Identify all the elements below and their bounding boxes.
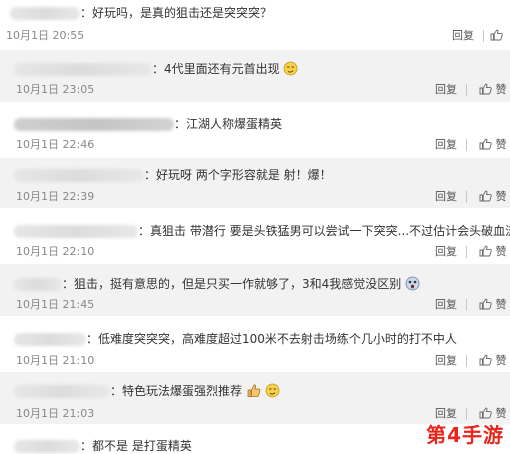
divider <box>466 246 467 258</box>
like-label: 赞 <box>495 83 507 96</box>
blurred-username[interactable] <box>10 7 80 20</box>
comment-item: ：江湖人称爆蛋精英 10月1日 22:46 回复 赞 <box>0 102 510 156</box>
comment-text-body: ：4代里面还有元首出现 <box>152 62 280 76</box>
comment-text: ：好玩吗，是真的狙击还是突突突？ <box>80 6 273 20</box>
like-button[interactable]: 赞 <box>479 354 507 368</box>
blurred-username[interactable] <box>14 385 110 398</box>
blurred-username[interactable] <box>14 118 174 131</box>
comment-text: ：狙击，挺有意思的，但是只买一作就够了，3和4我感觉没区别 <box>62 276 420 292</box>
comment-item: ：低难度突突突，高难度超过100米不去射击场练个几小时的打不中人 10月1日 2… <box>0 318 510 372</box>
divider <box>466 299 467 311</box>
comment-item: ：好玩呀 两个字形容就是 射！爆！ 10月1日 22:39 回复 赞 <box>0 158 510 208</box>
reply-button[interactable]: 回复 <box>435 83 457 97</box>
thumbs-up-icon <box>479 298 492 310</box>
blurred-username[interactable] <box>14 169 144 182</box>
like-button[interactable]: 赞 <box>479 298 507 312</box>
reply-button[interactable]: 回复 <box>435 298 457 312</box>
reply-button[interactable]: 回复 <box>435 190 457 204</box>
comment-timestamp: 10月1日 20:55 <box>6 29 85 42</box>
comment-text: ：低难度突突突，高难度超过100米不去射击场练个几小时的打不中人 <box>86 332 457 346</box>
smirk-face-emoji <box>284 61 298 76</box>
reply-button[interactable]: 回复 <box>435 138 457 152</box>
divider <box>466 84 467 96</box>
like-label: 赞 <box>495 245 507 258</box>
comment-timestamp: 10月1日 23:05 <box>16 83 95 96</box>
like-label: 赞 <box>495 298 507 311</box>
blurred-username[interactable] <box>14 333 86 346</box>
comment-timestamp: 10月1日 22:39 <box>16 190 95 203</box>
reply-button[interactable]: 回复 <box>435 245 457 259</box>
thumbs-up-icon <box>479 83 492 95</box>
thumbs-up-icon <box>479 354 492 366</box>
comment-item: ：特色玩法爆蛋强烈推荐 10月1日 21:03 回复 赞 <box>0 372 510 424</box>
thumbs-up-emoji <box>247 384 261 397</box>
divider <box>466 139 467 151</box>
shocked-face-emoji <box>405 276 420 291</box>
reply-button[interactable]: 回复 <box>452 29 474 43</box>
comment-item: ：4代里面还有元首出现 10月1日 23:05 回复 赞 <box>0 50 510 102</box>
like-button[interactable]: 赞 <box>479 190 507 204</box>
comment-item: ：好玩吗，是真的狙击还是突突突？ 10月1日 20:55 回复 <box>0 0 510 48</box>
thumbs-up-icon <box>479 407 492 419</box>
thumbs-up-icon <box>479 138 492 150</box>
like-label: 赞 <box>495 354 507 367</box>
divider <box>466 355 467 367</box>
comment-text: ：真狙击 带潜行 要是头铁猛男可以尝试一下突突...不过估计会头破血流 <box>138 224 510 238</box>
like-button[interactable]: 赞 <box>479 83 507 97</box>
comment-timestamp: 10月1日 22:10 <box>16 245 95 258</box>
reply-button[interactable]: 回复 <box>435 354 457 368</box>
thumbs-up-icon <box>479 245 492 257</box>
blurred-username[interactable] <box>14 63 152 76</box>
comment-text-body: ：狙击，挺有意思的，但是只买一作就够了，3和4我感觉没区别 <box>62 277 402 291</box>
like-button[interactable] <box>490 29 503 43</box>
comment-text: ：4代里面还有元首出现 <box>152 61 298 77</box>
like-button[interactable]: 赞 <box>479 245 507 259</box>
comment-text: ：江湖人称爆蛋精英 <box>174 117 283 131</box>
comment-timestamp: 10月1日 21:10 <box>16 354 95 367</box>
comment-text: ：特色玩法爆蛋强烈推荐 <box>110 383 280 399</box>
comment-text: ：好玩呀 两个字形容就是 射！爆！ <box>144 168 332 182</box>
comment-item: ：狙击，挺有意思的，但是只买一作就够了，3和4我感觉没区别 10月1日 21:4… <box>0 264 510 316</box>
comment-text-body: ：特色玩法爆蛋强烈推荐 <box>110 384 243 398</box>
comment-feed: ：好玩吗，是真的狙击还是突突突？ 10月1日 20:55 回复 ：4代里面还有元… <box>0 0 510 453</box>
blurred-username[interactable] <box>14 278 62 291</box>
thumbs-up-icon <box>479 190 492 202</box>
like-label: 赞 <box>495 138 507 151</box>
smirk-face-emoji <box>265 383 280 398</box>
comment-timestamp: 10月1日 22:46 <box>16 138 95 151</box>
comment-timestamp: 10月1日 21:03 <box>16 407 95 420</box>
divider <box>466 191 467 203</box>
blurred-username[interactable] <box>14 225 138 238</box>
like-label: 赞 <box>495 190 507 203</box>
comment-item: ：真狙击 带潜行 要是头铁猛男可以尝试一下突突...不过估计会头破血流 10月1… <box>0 210 510 262</box>
thumbs-up-icon <box>490 29 503 41</box>
like-button[interactable]: 赞 <box>479 138 507 152</box>
site-watermark-logo: 第4手游 <box>426 423 504 447</box>
blurred-username[interactable] <box>14 440 80 453</box>
divider <box>483 30 484 42</box>
comment-timestamp: 10月1日 21:45 <box>16 298 95 311</box>
